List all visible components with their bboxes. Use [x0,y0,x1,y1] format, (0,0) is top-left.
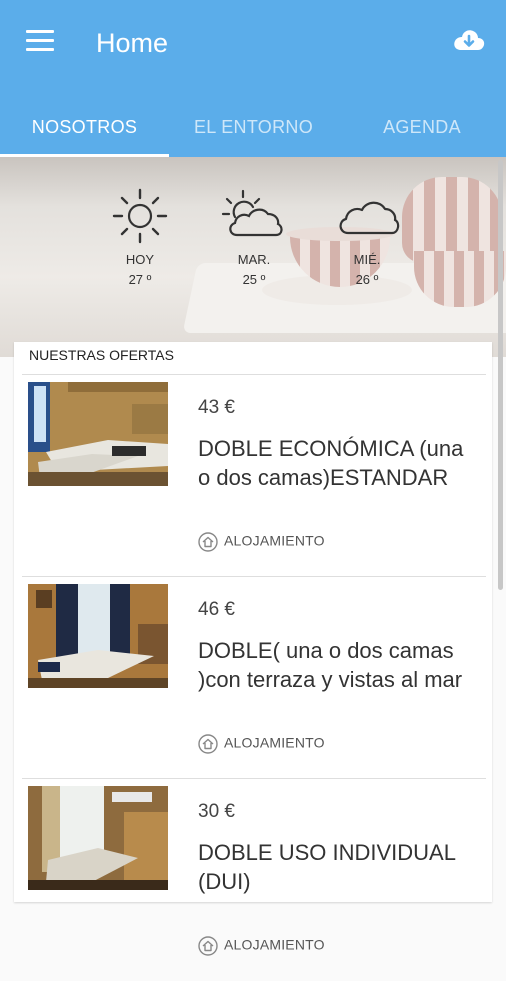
tab-nosotros[interactable]: NOSOTROS [0,108,169,157]
weather-tuesday: MAR. 25 º [214,187,294,287]
weather-today: HOY 27 º [100,187,180,287]
offer-category-label: ALOJAMIENTO [224,936,325,953]
weather-wednesday: MIÉ. 26 º [327,187,407,287]
list-item[interactable]: 46 € DOBLE( una o dos camas )con terraza… [22,576,486,779]
tab-el-entorno[interactable]: EL ENTORNO [169,108,338,157]
home-icon [198,734,218,754]
menu-button[interactable] [26,30,54,54]
offer-price: 46 € [198,599,235,620]
weather-temp: 25 º [242,272,266,287]
sun-icon [112,188,168,244]
offer-category: ALOJAMIENTO [198,734,325,754]
room-photo [28,584,168,688]
download-button[interactable] [452,26,486,54]
offer-price: 43 € [198,397,235,418]
offers-card: NUESTRAS OFERTAS 43 € DOBLE ECONÓMICA (u… [14,342,492,956]
offer-price: 30 € [198,801,235,822]
weather-day: MIÉ. [353,252,381,267]
offer-category: ALOJAMIENTO [198,532,325,552]
tab-agenda[interactable]: AGENDA [338,108,506,157]
cloud-download-icon [454,30,485,50]
menu-icon [26,30,54,51]
weather-day: MAR. [237,252,271,267]
home-icon [198,936,218,956]
room-photo [28,382,168,486]
weather-temp: 26 º [355,272,379,287]
list-item[interactable]: 30 € DOBLE USO INDIVIDUAL (DUI) ALOJAMIE… [22,778,486,981]
tab-bar: NOSOTROS EL ENTORNO AGENDA [0,108,506,157]
room-photo [28,786,168,890]
weather-temp: 27 º [128,272,152,287]
scrollbar[interactable] [498,160,503,590]
offer-name: DOBLE USO INDIVIDUAL (DUI) [198,840,456,894]
offer-category-label: ALOJAMIENTO [224,734,325,751]
weather-day: HOY [125,252,155,267]
page-title: Home [96,28,169,58]
offer-category: ALOJAMIENTO [198,936,325,956]
offer-category-label: ALOJAMIENTO [224,532,325,549]
offers-heading: NUESTRAS OFERTAS [29,347,174,363]
home-icon [198,532,218,552]
offer-name: DOBLE ECONÓMICA (una o dos camas)ESTANDA… [198,436,464,490]
offer-name: DOBLE( una o dos camas )con terraza y vi… [198,638,463,692]
list-item[interactable]: 43 € DOBLE ECONÓMICA (una o dos camas)ES… [22,374,486,577]
cloud-icon [339,201,400,235]
partly-cloudy-icon [221,189,283,237]
